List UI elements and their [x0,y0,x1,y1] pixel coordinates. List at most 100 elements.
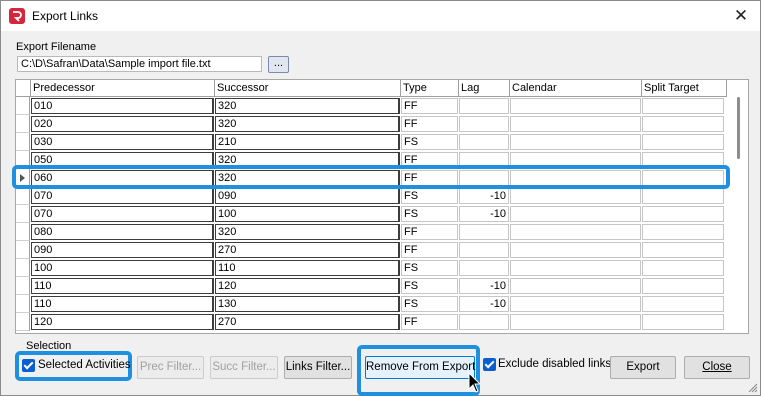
row-header[interactable] [16,223,30,241]
remove-from-export-button[interactable]: Remove From Export [365,356,475,379]
cell-type[interactable]: FS [401,134,458,150]
cell-type[interactable]: FF [401,98,458,114]
table-row[interactable]: 010 320 FF [16,97,728,115]
cell-lag[interactable] [459,98,509,114]
row-header[interactable] [16,241,30,259]
selected-activities-checkbox[interactable] [22,359,35,372]
close-icon[interactable]: ✕ [730,5,752,27]
cell-type[interactable]: FS [401,206,458,222]
links-filter-button[interactable]: Links Filter... [284,356,352,379]
cell-lag[interactable]: -10 [459,188,509,204]
cell-split-target[interactable] [642,188,724,204]
row-header[interactable] [16,115,30,133]
column-header-successor[interactable]: Successor [215,80,401,97]
cell-type[interactable]: FS [401,188,458,204]
cell-calendar[interactable] [510,170,641,186]
table-row[interactable]: 060 320 FF [16,169,728,187]
cell-predecessor[interactable]: 100 [31,260,214,276]
cell-predecessor[interactable]: 030 [31,134,214,150]
cell-calendar[interactable] [510,206,641,222]
column-header-calendar[interactable]: Calendar [510,80,642,97]
cell-type[interactable]: FF [401,152,458,168]
browse-button[interactable]: ... [268,56,289,73]
cell-split-target[interactable] [642,314,724,330]
row-header[interactable] [16,133,30,151]
cell-lag[interactable] [459,152,509,168]
column-header-predecessor[interactable]: Predecessor [31,80,215,97]
row-header[interactable] [16,169,30,187]
vertical-scrollbar[interactable] [728,80,748,333]
exclude-disabled-links-checkbox[interactable] [483,358,496,371]
cell-type[interactable]: FF [401,314,458,330]
cell-lag[interactable] [459,134,509,150]
cell-type[interactable]: FF [401,224,458,240]
prec-filter-button[interactable]: Prec Filter... [137,356,204,379]
cell-successor[interactable]: 320 [215,98,400,114]
cell-split-target[interactable] [642,206,724,222]
cell-lag[interactable]: -10 [459,206,509,222]
cell-predecessor[interactable]: 070 [31,206,214,222]
row-header[interactable] [16,151,30,169]
cell-split-target[interactable] [642,170,724,186]
column-header-split-target[interactable]: Split Target [642,80,727,97]
cell-split-target[interactable] [642,242,724,258]
cell-successor[interactable]: 320 [215,152,400,168]
table-row[interactable]: 070 100 FS -10 [16,205,728,223]
table-row[interactable]: 090 270 FF [16,241,728,259]
cell-successor[interactable]: 320 [215,224,400,240]
row-header[interactable] [16,187,30,205]
cell-type[interactable]: FF [401,242,458,258]
close-button[interactable]: Close [684,356,750,379]
cell-split-target[interactable] [642,98,724,114]
cell-lag[interactable] [459,224,509,240]
export-filename-field[interactable]: C:\D\Safran\Data\Sample import file.txt [17,56,262,72]
cell-calendar[interactable] [510,296,641,312]
cell-split-target[interactable] [642,134,724,150]
cell-successor[interactable]: 320 [215,170,400,186]
cell-lag[interactable] [459,260,509,276]
table-row[interactable]: 080 320 FF [16,223,728,241]
cell-calendar[interactable] [510,224,641,240]
row-header[interactable] [16,313,30,331]
cell-split-target[interactable] [642,116,724,132]
cell-split-target[interactable] [642,296,724,312]
cell-type[interactable]: FS [401,278,458,294]
cell-lag[interactable] [459,170,509,186]
row-header[interactable] [16,259,30,277]
cell-calendar[interactable] [510,260,641,276]
cell-predecessor[interactable]: 070 [31,188,214,204]
scrollbar-thumb[interactable] [737,97,740,159]
cell-predecessor[interactable]: 050 [31,152,214,168]
row-header[interactable] [16,97,30,115]
cell-successor[interactable]: 270 [215,242,400,258]
table-row[interactable]: 070 090 FS -10 [16,187,728,205]
table-row[interactable]: 110 120 FS -10 [16,277,728,295]
cell-calendar[interactable] [510,278,641,294]
export-button[interactable]: Export [610,356,676,379]
row-header[interactable] [16,205,30,223]
table-row[interactable]: 020 320 FF [16,115,728,133]
cell-lag[interactable] [459,116,509,132]
cell-lag[interactable]: -10 [459,296,509,312]
row-header[interactable] [16,277,30,295]
cell-successor[interactable]: 120 [215,278,400,294]
table-row[interactable]: 050 320 FF [16,151,728,169]
cell-split-target[interactable] [642,278,724,294]
column-header-lag[interactable]: Lag [459,80,510,97]
table-row[interactable]: 030 210 FS [16,133,728,151]
cell-successor[interactable]: 090 [215,188,400,204]
cell-predecessor[interactable]: 010 [31,98,214,114]
cell-predecessor[interactable]: 080 [31,224,214,240]
table-row[interactable]: 100 110 FS [16,259,728,277]
cell-successor[interactable]: 100 [215,206,400,222]
cell-successor[interactable]: 270 [215,314,400,330]
cell-calendar[interactable] [510,188,641,204]
links-grid[interactable]: Predecessor Successor Type Lag Calendar … [15,79,749,334]
cell-lag[interactable] [459,242,509,258]
cell-type[interactable]: FS [401,296,458,312]
cell-calendar[interactable] [510,242,641,258]
column-header-type[interactable]: Type [401,80,459,97]
cell-predecessor[interactable]: 090 [31,242,214,258]
cell-lag[interactable] [459,314,509,330]
succ-filter-button[interactable]: Succ Filter... [210,356,278,379]
